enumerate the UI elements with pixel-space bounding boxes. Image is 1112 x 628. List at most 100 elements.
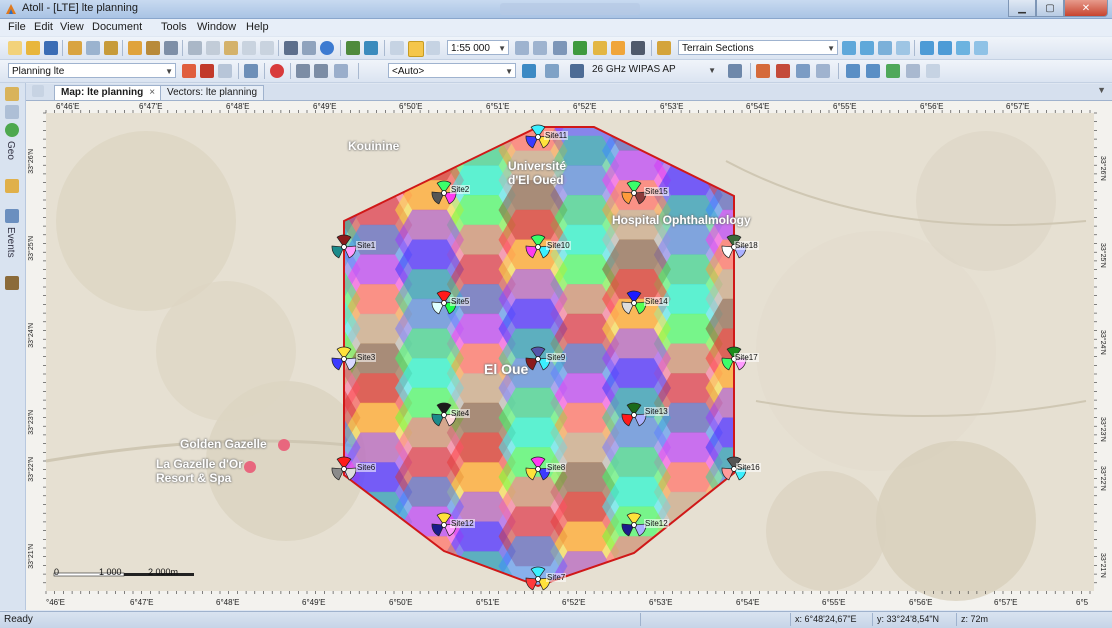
- tab-vectors[interactable]: Vectors: lte planning: [160, 85, 265, 100]
- zoom-out-icon[interactable]: [533, 41, 547, 55]
- ap-icon[interactable]: [570, 64, 584, 78]
- events-icon[interactable]: [5, 209, 19, 223]
- calculate-all-icon[interactable]: [364, 41, 378, 55]
- undo-icon[interactable]: [242, 41, 256, 55]
- site-label[interactable]: Site9: [546, 353, 567, 362]
- menu-document[interactable]: Document: [92, 21, 142, 33]
- site-label[interactable]: Site11: [544, 131, 569, 140]
- menu-help[interactable]: Help: [246, 21, 269, 33]
- frequency-icon[interactable]: [522, 64, 536, 78]
- menu-tools[interactable]: Tools: [161, 21, 187, 33]
- vector-edit-icon[interactable]: [920, 41, 934, 55]
- link-icon[interactable]: [244, 64, 258, 78]
- site-label[interactable]: Site2: [450, 185, 471, 194]
- select-icon[interactable]: [390, 41, 404, 55]
- tool-icon[interactable]: [728, 64, 742, 78]
- pointer-tool-icon[interactable]: [408, 41, 424, 57]
- terrain-sections-combo[interactable]: Terrain Sections ▼: [678, 40, 838, 55]
- site-label[interactable]: Site12: [644, 519, 669, 528]
- save-icon[interactable]: [44, 41, 58, 55]
- properties-icon[interactable]: [926, 64, 940, 78]
- site-label[interactable]: Site3: [356, 353, 377, 362]
- lock-icon[interactable]: [164, 41, 178, 55]
- paste-icon[interactable]: [224, 41, 238, 55]
- site-label[interactable]: Site15: [644, 187, 669, 196]
- import-icon[interactable]: [68, 41, 82, 55]
- draw-line-icon[interactable]: [878, 41, 892, 55]
- cut-icon[interactable]: [188, 41, 202, 55]
- line-tool-icon[interactable]: [866, 64, 880, 78]
- user-icon[interactable]: [573, 41, 587, 55]
- optimize-icon[interactable]: [886, 64, 900, 78]
- modules-icon[interactable]: [5, 179, 19, 193]
- report-icon[interactable]: [796, 64, 810, 78]
- menu-file[interactable]: File: [8, 21, 26, 33]
- events-tab[interactable]: Events: [5, 227, 16, 258]
- site-label[interactable]: Site6: [356, 463, 377, 472]
- site-label[interactable]: Site1: [356, 241, 377, 250]
- search-binoculars-icon[interactable]: [631, 41, 645, 55]
- site-label[interactable]: Site18: [734, 241, 759, 250]
- map-view[interactable]: 6°46'E 6°47'E 6°48'E 6°49'E 6°50'E 6°51'…: [26, 101, 1112, 610]
- tab-close-icon[interactable]: ×: [149, 87, 155, 98]
- measure-icon[interactable]: [593, 41, 607, 55]
- minimize-button[interactable]: ▁: [1008, 0, 1036, 17]
- open-folder-icon[interactable]: [26, 41, 40, 55]
- station-icon[interactable]: [182, 64, 196, 78]
- auto-combo[interactable]: <Auto> ▼: [388, 63, 516, 78]
- calculate-icon[interactable]: [346, 41, 360, 55]
- site-label[interactable]: Site13: [644, 407, 669, 416]
- menu-view[interactable]: View: [60, 21, 84, 33]
- geo-icon[interactable]: [5, 123, 19, 137]
- print-icon[interactable]: [284, 41, 298, 55]
- site-label[interactable]: Site16: [736, 463, 761, 472]
- zoom-in-icon[interactable]: [515, 41, 529, 55]
- explorer-icon[interactable]: [5, 87, 19, 101]
- grid-icon[interactable]: [296, 64, 310, 78]
- site-label[interactable]: Site7: [546, 573, 567, 582]
- menu-edit[interactable]: Edit: [34, 21, 53, 33]
- target-icon[interactable]: [270, 64, 284, 78]
- pan-hand-icon[interactable]: [426, 41, 440, 55]
- export-icon[interactable]: [86, 41, 100, 55]
- close-button[interactable]: ✕: [1064, 0, 1108, 17]
- terrain-icon[interactable]: [657, 41, 671, 55]
- site-label[interactable]: Site10: [546, 241, 571, 250]
- redo-icon[interactable]: [260, 41, 274, 55]
- neighbour-icon[interactable]: [846, 64, 860, 78]
- archive-icon[interactable]: [104, 41, 118, 55]
- antenna-icon[interactable]: [218, 64, 232, 78]
- site-label[interactable]: Site17: [734, 353, 759, 362]
- planning-combo[interactable]: Planning lte ▼: [8, 63, 176, 78]
- layer-icon[interactable]: [334, 64, 348, 78]
- database-icon[interactable]: [128, 41, 142, 55]
- menu-window[interactable]: Window: [197, 21, 236, 33]
- site-label[interactable]: Site5: [450, 297, 471, 306]
- copy-icon[interactable]: [206, 41, 220, 55]
- new-file-icon[interactable]: [8, 41, 22, 55]
- site-label[interactable]: Site8: [546, 463, 567, 472]
- display-icon[interactable]: [906, 64, 920, 78]
- maximize-button[interactable]: ▢: [1036, 0, 1064, 17]
- site-label[interactable]: Site4: [450, 409, 471, 418]
- point-analysis-icon[interactable]: [611, 41, 625, 55]
- merge-icon[interactable]: [956, 41, 970, 55]
- help-icon[interactable]: [320, 41, 334, 55]
- tab-map[interactable]: Map: lte planning ×: [54, 85, 163, 100]
- draw-polyline-icon[interactable]: [896, 41, 910, 55]
- signal-icon[interactable]: [545, 64, 559, 78]
- map-canvas[interactable]: [26, 101, 1112, 610]
- site-label[interactable]: Site12: [450, 519, 475, 528]
- table-icon[interactable]: [314, 64, 328, 78]
- notes-icon[interactable]: [5, 276, 19, 290]
- geo-tab[interactable]: Geo: [5, 141, 16, 160]
- wipas-combo[interactable]: ▼: [588, 63, 718, 78]
- shape-icon[interactable]: [938, 41, 952, 55]
- drive-test-icon[interactable]: [776, 64, 790, 78]
- tab-menu-icon[interactable]: [32, 85, 44, 97]
- histogram-icon[interactable]: [816, 64, 830, 78]
- split-icon[interactable]: [974, 41, 988, 55]
- refresh-db-icon[interactable]: [146, 41, 160, 55]
- zoom-window-icon[interactable]: [553, 41, 567, 55]
- route-icon[interactable]: [756, 64, 770, 78]
